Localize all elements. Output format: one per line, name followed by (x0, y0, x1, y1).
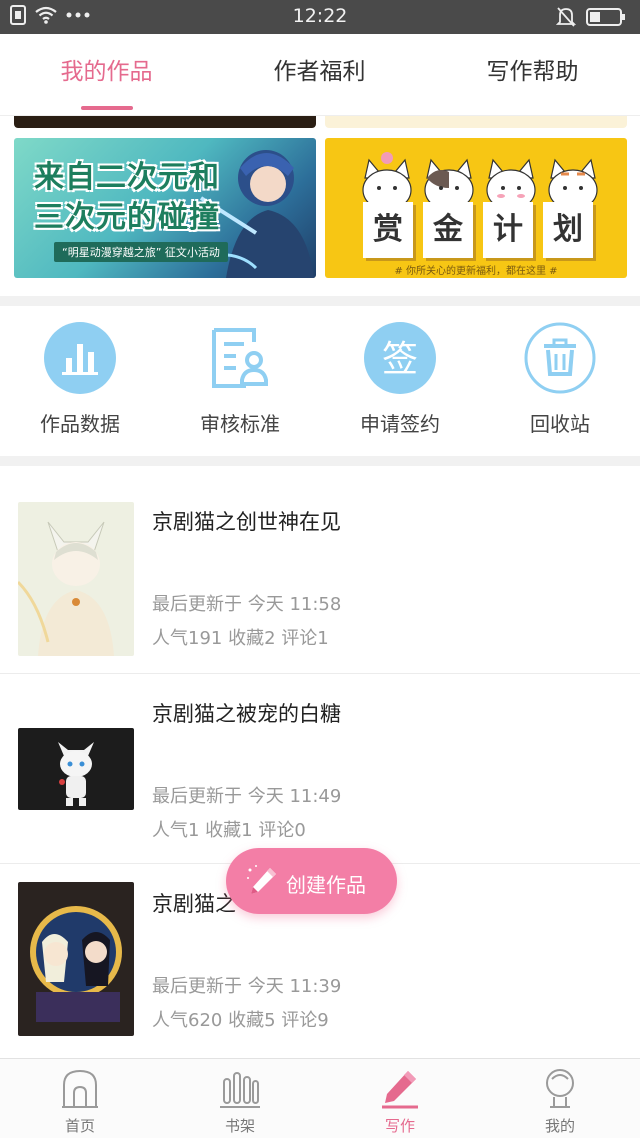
nav-label: 写作 (384, 1117, 415, 1135)
pencil-icon (247, 865, 276, 894)
bottom-navigation: 首页 书架 写作 我的 (0, 1058, 640, 1138)
banner-left-title: 来自二次元和 三次元的碰撞 (34, 158, 264, 238)
section-divider (0, 456, 640, 466)
profile-icon (546, 1069, 574, 1108)
action-label: 回收站 (530, 412, 590, 436)
status-bar: 12:22 (0, 0, 640, 34)
create-work-button[interactable]: 创建作品 (226, 848, 397, 914)
top-tab-bar: 我的作品 作者福利 写作帮助 (0, 34, 640, 116)
action-recycle-bin[interactable]: 回收站 (480, 322, 640, 437)
tab-author-benefits[interactable]: 作者福利 (213, 34, 426, 116)
nav-mine[interactable]: 我的 (480, 1059, 640, 1139)
banner-anime-crossover[interactable]: 来自二次元和 三次元的碰撞 “明星动漫穿越之旅” 征文小活动 (14, 138, 316, 278)
banner-word: 划 (543, 202, 593, 258)
work-cover-image (18, 882, 134, 1036)
sign-glyph: 签 (382, 339, 418, 380)
work-item[interactable]: 京剧猫之创世神在见 最后更新于 今天 11:58 人气191 收藏2 评论1 (0, 466, 640, 674)
bar-chart-icon (44, 322, 116, 394)
banner-left-subtitle: “明星动漫穿越之旅” 征文小活动 (54, 242, 228, 262)
status-time: 12:22 (292, 5, 348, 27)
banner-word: 金 (423, 202, 473, 258)
create-work-label: 创建作品 (286, 873, 366, 897)
action-review-standards[interactable]: 审核标准 (160, 322, 320, 437)
tab-writing-help[interactable]: 写作帮助 (426, 34, 639, 116)
nav-label: 书架 (224, 1117, 255, 1135)
work-cover-image (18, 728, 134, 810)
tab-label: 我的作品 (60, 59, 153, 85)
work-stats: 人气1 收藏1 评论0 (152, 820, 306, 841)
work-updated-time: 最后更新于 今天 11:49 (152, 786, 342, 807)
banner-right-subtitle: # 你所关心的更新福利，都在这里 # (394, 266, 558, 277)
active-tab-indicator (80, 106, 133, 110)
section-divider (0, 296, 640, 306)
nav-bookshelf[interactable]: 书架 (160, 1059, 320, 1139)
sign-contract-icon: 签 (364, 322, 436, 394)
bookshelf-icon (220, 1072, 260, 1108)
banner-peek-left[interactable] (14, 116, 316, 128)
banner-title-line: 来自二次元和 (34, 160, 220, 195)
pen-icon (382, 1071, 418, 1109)
work-title: 京剧猫之创世神在见 (152, 510, 341, 534)
work-title: 京剧猫之 (152, 892, 236, 916)
nav-label: 首页 (64, 1117, 95, 1135)
tab-label: 写作帮助 (486, 59, 579, 85)
tab-my-works[interactable]: 我的作品 (0, 34, 213, 116)
work-updated-time: 最后更新于 今天 11:58 (152, 594, 342, 615)
tab-label: 作者福利 (273, 59, 366, 85)
banner-bounty-plan[interactable]: 赏 金 计 划 # 你所关心的更新福利，都在这里 # (325, 138, 627, 278)
nav-label: 我的 (544, 1117, 575, 1135)
action-label: 作品数据 (40, 412, 120, 436)
home-icon (62, 1069, 98, 1108)
action-label: 申请签约 (360, 412, 440, 436)
trash-icon (524, 322, 596, 394)
banner-word: 计 (483, 202, 533, 258)
status-right-icons (556, 6, 626, 28)
battery-icon (586, 8, 625, 26)
nav-write[interactable]: 写作 (320, 1059, 480, 1139)
action-apply-contract[interactable]: 签 申请签约 (320, 322, 480, 437)
banner-word: 赏 (363, 202, 413, 258)
banner-peek-right[interactable] (325, 116, 627, 128)
work-item[interactable]: 京剧猫之被宠的白糖 最后更新于 今天 11:49 人气1 收藏1 评论0 (0, 674, 640, 864)
mute-bell-icon (556, 7, 576, 27)
action-label: 审核标准 (200, 412, 280, 436)
nav-home[interactable]: 首页 (0, 1059, 160, 1139)
action-work-data[interactable]: 作品数据 (0, 322, 160, 437)
work-stats: 人气620 收藏5 评论9 (152, 1010, 329, 1031)
banner-carousel: 来自二次元和 三次元的碰撞 “明星动漫穿越之旅” 征文小活动 赏 金 计 划 #… (0, 116, 640, 296)
works-list: 京剧猫之创世神在见 最后更新于 今天 11:58 人气191 收藏2 评论1 京… (0, 466, 640, 1056)
quick-actions: 作品数据 审核标准 签 申请签约 回收站 (0, 306, 640, 456)
work-title: 京剧猫之被宠的白糖 (152, 702, 341, 726)
work-stats: 人气191 收藏2 评论1 (152, 628, 329, 649)
review-document-icon (212, 328, 268, 388)
work-cover-image (18, 502, 134, 656)
work-updated-time: 最后更新于 今天 11:39 (152, 976, 342, 997)
banner-title-line: 三次元的碰撞 (34, 200, 220, 235)
